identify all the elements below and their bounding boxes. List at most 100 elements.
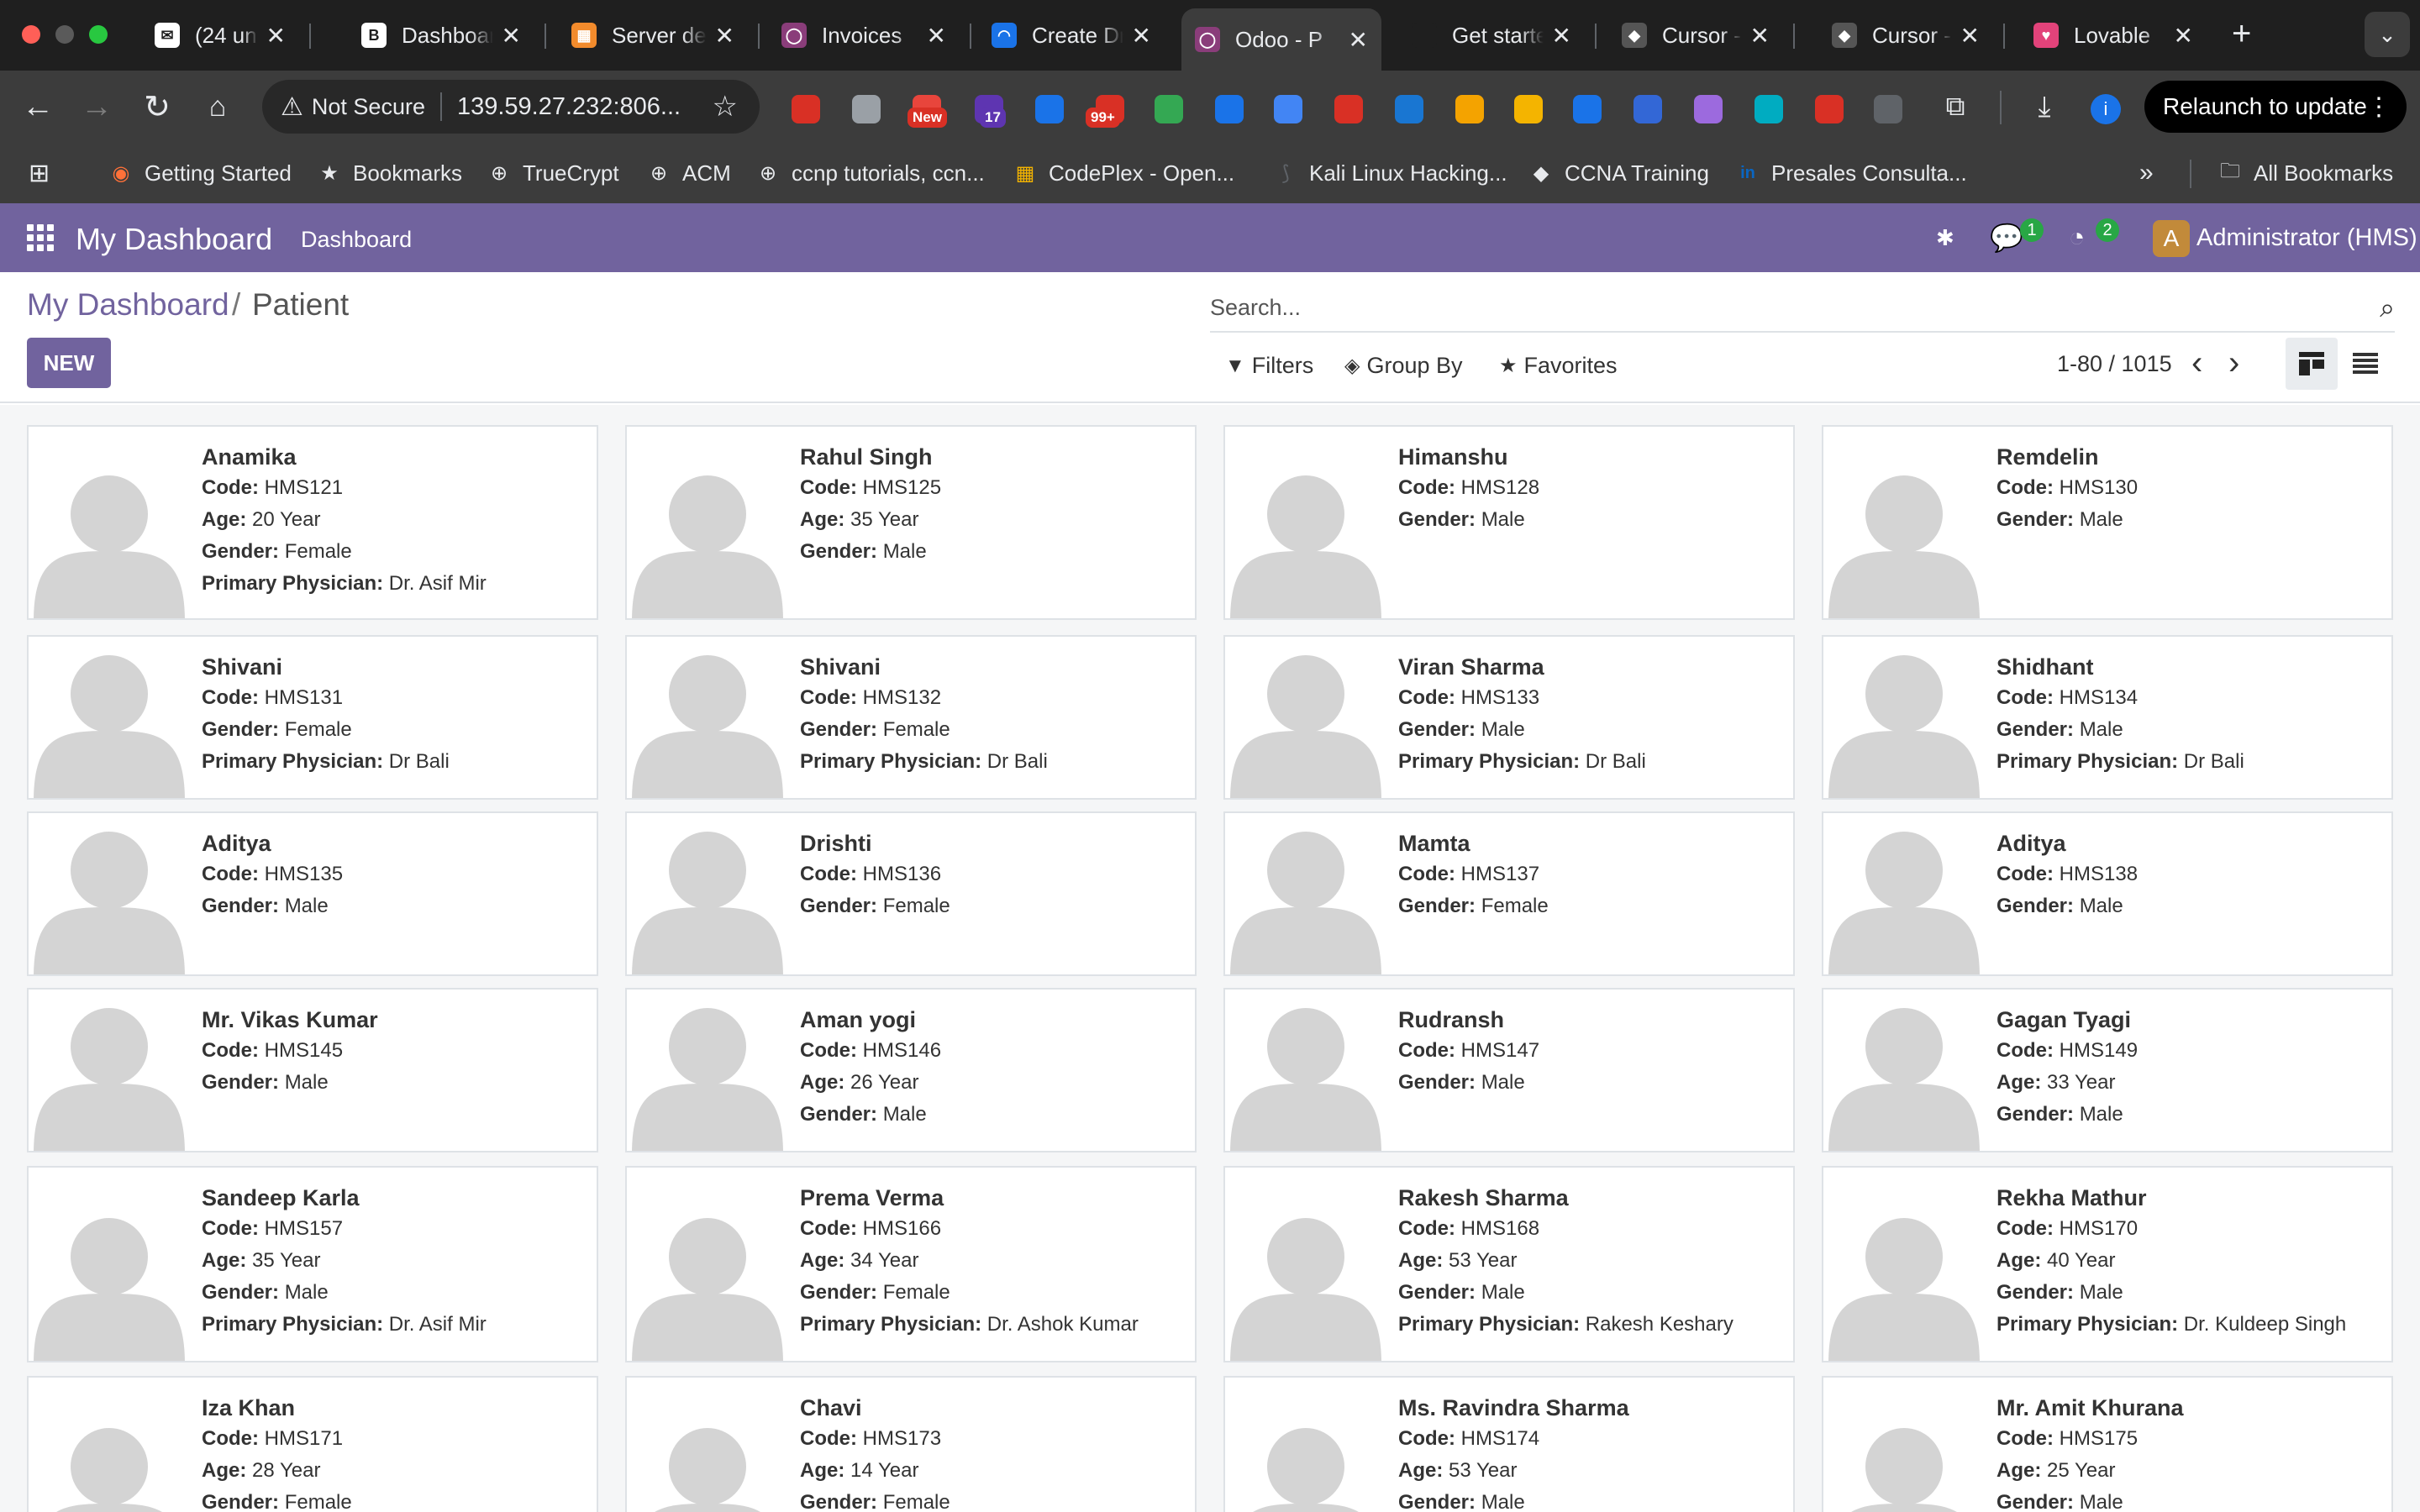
patient-card[interactable]: Rudransh Code: HMS147 Gender: Male bbox=[1223, 988, 1795, 1152]
debug-bug-icon[interactable]: ✱ bbox=[1936, 225, 1954, 251]
extension-icon[interactable] bbox=[1334, 95, 1363, 123]
patient-card[interactable]: Aman yogi Code: HMS146 Age: 26 Year Gender:… bbox=[625, 988, 1197, 1152]
patient-card[interactable]: Viran Sharma Code: HMS133 Gender: Male Prim… bbox=[1223, 635, 1795, 800]
reload-icon[interactable]: ↻ bbox=[138, 87, 176, 126]
patient-card[interactable]: Drishti Code: HMS136 Gender: Female bbox=[625, 811, 1197, 976]
new-tab-button[interactable]: + bbox=[2232, 15, 2251, 53]
avatar[interactable]: A bbox=[2153, 220, 2190, 257]
bookmark-item[interactable]: ⊕ ccnp tutorials, ccn... bbox=[756, 158, 985, 188]
patient-card[interactable]: Sandeep Karla Code: HMS157 Age: 35 Year Gen… bbox=[27, 1166, 598, 1362]
search-input[interactable] bbox=[1210, 294, 2336, 321]
extension-icon[interactable] bbox=[852, 95, 881, 123]
bookmark-item[interactable]: ▦ CodePlex - Open... bbox=[1013, 158, 1234, 188]
breadcrumb-root[interactable]: My Dashboard bbox=[27, 287, 229, 323]
patient-card[interactable]: Shivani Code: HMS132 Gender: Female Primary… bbox=[625, 635, 1197, 800]
warning-triangle-icon[interactable]: ⚠ bbox=[281, 92, 303, 122]
security-label[interactable]: Not Secure bbox=[312, 94, 425, 120]
tab-close-icon[interactable]: ✕ bbox=[2174, 22, 2193, 50]
patient-card[interactable]: Iza Khan Code: HMS171 Age: 28 Year Gender: … bbox=[27, 1376, 598, 1512]
extension-icon[interactable] bbox=[1274, 95, 1302, 123]
new-button[interactable]: NEW bbox=[27, 338, 111, 388]
list-view-icon[interactable] bbox=[2339, 338, 2391, 390]
extension-icon[interactable] bbox=[792, 95, 820, 123]
window-zoom-button[interactable] bbox=[89, 25, 108, 44]
browser-tab[interactable]: B Dashboard ✕ bbox=[348, 12, 534, 59]
tab-close-icon[interactable]: ✕ bbox=[502, 22, 521, 50]
filters-button[interactable]: ▼ Filters bbox=[1225, 353, 1313, 379]
browser-tab[interactable]: ◆ Cursor - ✕ bbox=[1608, 12, 1783, 59]
bookmark-star-icon[interactable]: ☆ bbox=[713, 90, 738, 123]
patient-card[interactable]: Rakesh Sharma Code: HMS168 Age: 53 Year Gen… bbox=[1223, 1166, 1795, 1362]
window-close-button[interactable] bbox=[22, 25, 40, 44]
tab-close-icon[interactable]: ✕ bbox=[927, 22, 946, 50]
browser-tab[interactable]: ▦ Server de ✕ bbox=[558, 12, 748, 59]
messaging-chat-icon[interactable]: 💬 bbox=[1990, 222, 2023, 254]
extension-icon[interactable] bbox=[1815, 95, 1844, 123]
app-brand[interactable]: My Dashboard bbox=[76, 222, 272, 257]
browser-tab[interactable]: Get starte ✕ bbox=[1398, 12, 1585, 59]
patient-card[interactable]: Shivani Code: HMS131 Gender: Female Primary… bbox=[27, 635, 598, 800]
pager-value[interactable]: 1-80 / 1015 bbox=[2057, 351, 2172, 377]
extension-icon[interactable] bbox=[1395, 95, 1423, 123]
url-text[interactable]: 139.59.27.232:806... bbox=[457, 93, 701, 121]
patient-card[interactable]: Gagan Tyagi Code: HMS149 Age: 33 Year Gende… bbox=[1822, 988, 2393, 1152]
back-arrow-icon[interactable]: ← bbox=[18, 87, 57, 126]
browser-tab[interactable]: ◯ Odoo - P ✕ bbox=[1181, 8, 1381, 71]
bookmark-item[interactable]: ◆ CCNA Training bbox=[1529, 158, 1709, 188]
extensions-puzzle-icon[interactable]: ⧉ bbox=[1936, 87, 1975, 126]
pager-previous-chevron-icon[interactable]: ‹ bbox=[2191, 344, 2202, 382]
tab-search-chevron-icon[interactable]: ⌄ bbox=[2365, 12, 2410, 57]
extension-icon[interactable] bbox=[1514, 95, 1543, 123]
activity-clock-icon[interactable]: ◔ bbox=[2069, 222, 2085, 253]
bookmark-item[interactable]: ⟆ Kali Linux Hacking... bbox=[1274, 158, 1507, 188]
bookmark-item[interactable]: ⊕ TrueCrypt bbox=[487, 158, 619, 188]
patient-card[interactable]: Aditya Code: HMS135 Gender: Male bbox=[27, 811, 598, 976]
extension-icon[interactable] bbox=[1035, 95, 1064, 123]
browser-tab[interactable]: ◆ Cursor - ✕ bbox=[1818, 12, 1993, 59]
home-icon[interactable]: ⌂ bbox=[198, 87, 237, 126]
address-bar[interactable]: ⚠ Not Secure 139.59.27.232:806... ☆ bbox=[262, 80, 760, 134]
extension-icon[interactable] bbox=[1573, 95, 1602, 123]
extension-icon[interactable] bbox=[1215, 95, 1244, 123]
download-icon[interactable]: ⤓ bbox=[2025, 87, 2064, 126]
bookmark-item[interactable]: ★ Bookmarks bbox=[318, 158, 462, 188]
browser-tab[interactable]: ✉ (24 unread ✕ bbox=[141, 12, 299, 59]
extension-icon[interactable] bbox=[1694, 95, 1723, 123]
extension-icon[interactable] bbox=[1155, 95, 1183, 123]
patient-card[interactable]: Shidhant Code: HMS134 Gender: Male Primary … bbox=[1822, 635, 2393, 800]
tab-close-icon[interactable]: ✕ bbox=[1349, 26, 1368, 54]
extension-icon[interactable] bbox=[1754, 95, 1783, 123]
tab-close-icon[interactable]: ✕ bbox=[715, 22, 734, 50]
more-bookmarks-chevron-icon[interactable]: » bbox=[2139, 158, 2154, 188]
relaunch-to-update-button[interactable]: Relaunch to update ⋮ bbox=[2144, 81, 2407, 133]
tab-close-icon[interactable]: ✕ bbox=[1750, 22, 1770, 50]
all-bookmarks-folder[interactable]: 🗀 All Bookmarks bbox=[2218, 158, 2393, 188]
menu-dashboard[interactable]: Dashboard bbox=[301, 227, 412, 253]
browser-tab[interactable]: ◠ Create Dr ✕ bbox=[978, 12, 1165, 59]
pager-next-chevron-icon[interactable]: › bbox=[2228, 344, 2239, 382]
patient-card[interactable]: Aditya Code: HMS138 Gender: Male bbox=[1822, 811, 2393, 976]
profile-icon[interactable]: i bbox=[2091, 94, 2121, 124]
tab-close-icon[interactable]: ✕ bbox=[1960, 22, 1980, 50]
browser-tab[interactable]: ♥ Lovable ✕ bbox=[2020, 12, 2207, 59]
bookmark-item[interactable]: ⊕ ACM bbox=[647, 158, 731, 188]
patient-card[interactable]: Anamika Code: HMS121 Age: 20 Year Gender: F… bbox=[27, 425, 598, 620]
patient-card[interactable]: Mr. Amit Khurana Code: HMS175 Age: 25 Year… bbox=[1822, 1376, 2393, 1512]
patient-card[interactable]: Mr. Vikas Kumar Code: HMS145 Gender: Male bbox=[27, 988, 598, 1152]
kanban-view-icon[interactable] bbox=[2286, 338, 2338, 390]
patient-card[interactable]: Himanshu Code: HMS128 Gender: Male bbox=[1223, 425, 1795, 620]
apps-grid-icon[interactable]: ⊞ bbox=[29, 158, 50, 188]
extension-icon[interactable] bbox=[1634, 95, 1662, 123]
user-menu[interactable]: Administrator (HMS) bbox=[2196, 224, 2417, 252]
browser-tab[interactable]: ◯ Invoices ✕ bbox=[768, 12, 960, 59]
patient-card[interactable]: Remdelin Code: HMS130 Gender: Male bbox=[1822, 425, 2393, 620]
patient-card[interactable]: Rekha Mathur Code: HMS170 Age: 40 Year Gend… bbox=[1822, 1166, 2393, 1362]
patient-card[interactable]: Mamta Code: HMS137 Gender: Female bbox=[1223, 811, 1795, 976]
forward-arrow-icon[interactable]: → bbox=[77, 87, 116, 126]
search-icon[interactable]: ⌕ bbox=[2380, 292, 2395, 324]
tab-close-icon[interactable]: ✕ bbox=[266, 22, 286, 50]
tab-close-icon[interactable]: ✕ bbox=[1132, 22, 1151, 50]
group-by-button[interactable]: ◈ Group By bbox=[1344, 353, 1463, 379]
patient-card[interactable]: Prema Verma Code: HMS166 Age: 34 Year Gende… bbox=[625, 1166, 1197, 1362]
patient-card[interactable]: Rahul Singh Code: HMS125 Age: 35 Year Gende… bbox=[625, 425, 1197, 620]
